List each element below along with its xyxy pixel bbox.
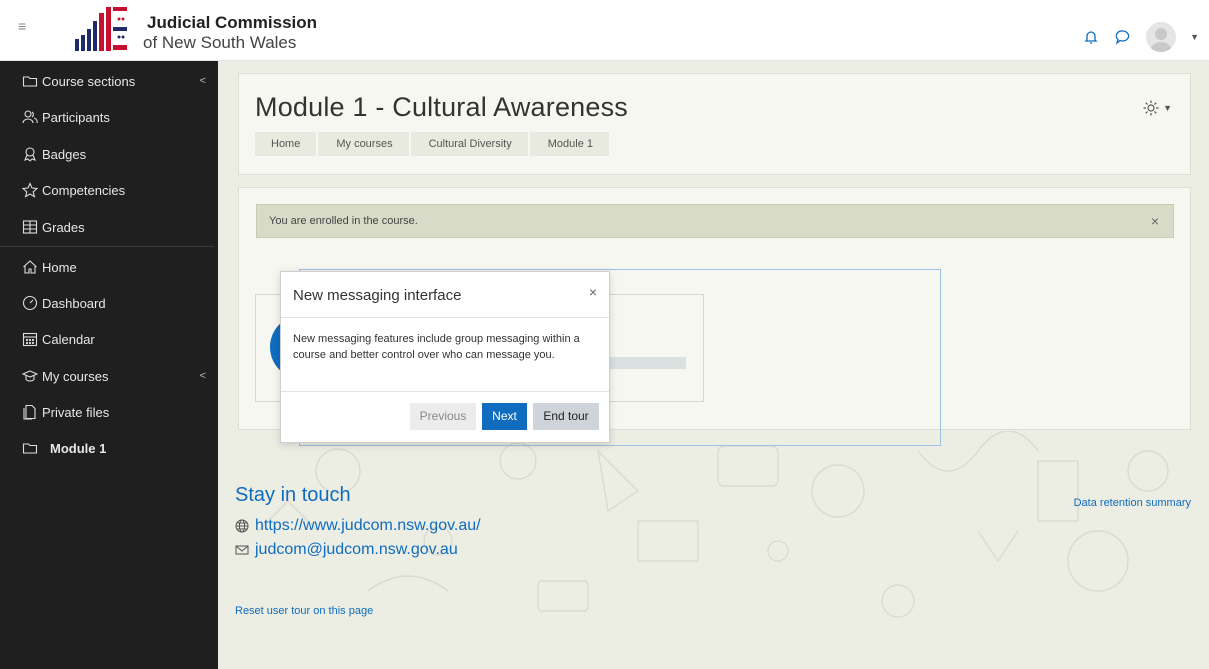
sidebar-item-label: Calendar bbox=[42, 331, 95, 347]
page-header-card: Module 1 - Cultural Awareness ▼ Home My … bbox=[238, 73, 1191, 175]
alert-close-icon[interactable]: × bbox=[1151, 205, 1159, 237]
site-name[interactable]: Judicial Commission of New South Wales bbox=[143, 13, 317, 53]
folder-icon bbox=[22, 76, 38, 87]
badge-icon bbox=[24, 147, 36, 162]
website-url: https://www.judcom.nsw.gov.au/ bbox=[255, 517, 481, 534]
chat-bubble-icon[interactable] bbox=[1114, 28, 1132, 46]
sidebar-item-label: Course sections bbox=[42, 73, 136, 89]
site-name-line2: of New South Wales bbox=[143, 33, 297, 52]
sidebar-item-label: Module 1 bbox=[50, 440, 107, 456]
sidebar: Course sections < Participants Badges Co… bbox=[0, 61, 218, 669]
chevron-left-icon[interactable]: < bbox=[200, 75, 206, 87]
sidebar-item-label: Grades bbox=[42, 219, 85, 235]
dialog-footer: Previous Next End tour bbox=[281, 392, 609, 442]
navbar: ≡ Judicial Commission of New South Wales bbox=[0, 0, 1209, 61]
table-icon bbox=[22, 220, 38, 234]
chevron-down-icon: ▼ bbox=[1163, 103, 1172, 113]
graduation-cap-icon bbox=[22, 370, 38, 382]
close-icon[interactable]: × bbox=[589, 284, 597, 300]
sidebar-item-competencies[interactable]: Competencies bbox=[22, 180, 212, 200]
folder-icon bbox=[22, 443, 38, 454]
settings-menu[interactable]: ▼ bbox=[1142, 99, 1172, 117]
avatar-icon bbox=[1150, 28, 1173, 52]
envelope-icon bbox=[235, 545, 249, 555]
sidebar-item-participants[interactable]: Participants bbox=[22, 107, 212, 127]
sidebar-item-dashboard[interactable]: Dashboard bbox=[22, 293, 212, 313]
sidebar-item-label: Home bbox=[42, 259, 77, 275]
sidebar-item-badges[interactable]: Badges bbox=[22, 144, 212, 164]
email-link[interactable]: judcom@judcom.nsw.gov.au bbox=[235, 541, 458, 559]
sidebar-item-label: Private files bbox=[42, 404, 110, 420]
next-button[interactable]: Next bbox=[482, 403, 527, 430]
sidebar-item-label: My courses bbox=[42, 368, 109, 384]
sidebar-divider bbox=[0, 246, 214, 247]
sidebar-item-label: Badges bbox=[42, 146, 87, 162]
hamburger-icon[interactable]: ≡ bbox=[18, 19, 32, 33]
breadcrumb-module-1[interactable]: Module 1 bbox=[529, 132, 609, 156]
sidebar-item-private-files[interactable]: Private files bbox=[22, 402, 212, 422]
judicial-commission-logo[interactable] bbox=[73, 5, 131, 53]
sidebar-item-my-courses[interactable]: My courses < bbox=[22, 366, 212, 386]
sidebar-item-label: Dashboard bbox=[42, 295, 106, 311]
previous-button[interactable]: Previous bbox=[410, 403, 476, 430]
alert-text: You are enrolled in the course. bbox=[269, 215, 418, 227]
data-retention-link[interactable]: Data retention summary bbox=[1074, 497, 1191, 509]
user-menu-caret-icon[interactable]: ▼ bbox=[1190, 32, 1199, 42]
website-link[interactable]: https://www.judcom.nsw.gov.au/ bbox=[235, 517, 481, 535]
enrolled-alert: You are enrolled in the course. × bbox=[256, 204, 1174, 238]
page-title: Module 1 - Cultural Awareness bbox=[255, 92, 628, 122]
breadcrumb-my-courses[interactable]: My courses bbox=[318, 132, 409, 156]
breadcrumb-home[interactable]: Home bbox=[255, 132, 317, 156]
sidebar-item-home[interactable]: Home bbox=[22, 257, 212, 277]
sidebar-item-course-sections[interactable]: Course sections < bbox=[22, 71, 212, 91]
sidebar-item-grades[interactable]: Grades bbox=[22, 217, 212, 237]
users-icon bbox=[22, 110, 38, 124]
globe-icon bbox=[235, 519, 249, 533]
calendar-icon bbox=[22, 332, 38, 347]
nav-actions: ▼ bbox=[1082, 22, 1199, 52]
home-icon bbox=[23, 260, 37, 274]
gear-icon bbox=[1143, 100, 1159, 116]
dialog-body: New messaging features include group mes… bbox=[281, 318, 609, 392]
tour-dialog: New messaging interface × New messaging … bbox=[280, 271, 610, 443]
gauge-icon bbox=[22, 295, 38, 311]
dialog-title: New messaging interface bbox=[293, 287, 462, 304]
bell-icon[interactable] bbox=[1082, 28, 1100, 46]
star-icon bbox=[22, 182, 38, 198]
breadcrumb: Home My courses Cultural Diversity Modul… bbox=[255, 132, 611, 156]
files-icon bbox=[23, 404, 36, 420]
dialog-header: New messaging interface × bbox=[281, 272, 609, 318]
user-avatar[interactable] bbox=[1146, 22, 1177, 52]
end-tour-button[interactable]: End tour bbox=[533, 403, 599, 430]
stay-in-touch-heading: Stay in touch bbox=[235, 484, 351, 506]
chevron-left-icon[interactable]: < bbox=[200, 370, 206, 382]
email-address: judcom@judcom.nsw.gov.au bbox=[255, 541, 458, 558]
sidebar-item-label: Participants bbox=[42, 109, 110, 125]
sidebar-item-calendar[interactable]: Calendar bbox=[22, 329, 212, 349]
sidebar-item-module-1[interactable]: Module 1 bbox=[22, 438, 212, 458]
breadcrumb-cultural-diversity[interactable]: Cultural Diversity bbox=[410, 132, 528, 156]
reset-tour-link[interactable]: Reset user tour on this page bbox=[235, 605, 373, 617]
site-name-line1: Judicial Commission bbox=[147, 13, 318, 32]
sidebar-item-label: Competencies bbox=[42, 182, 126, 198]
